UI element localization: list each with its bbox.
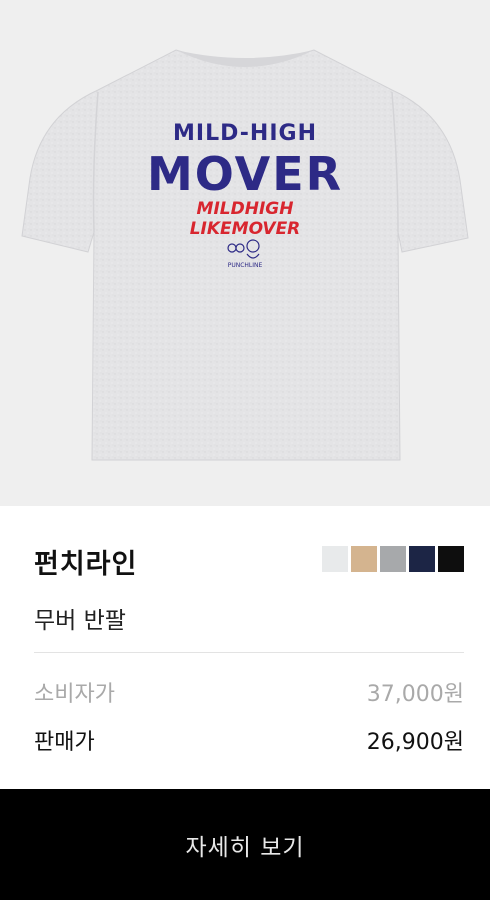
view-details-button[interactable]: 자세히 보기 [0, 789, 490, 900]
swatch-black[interactable] [438, 546, 464, 572]
print-main-text: MOVER [147, 147, 343, 201]
retail-price-value: 37,000원 [366, 682, 464, 707]
swatch-beige[interactable] [351, 546, 377, 572]
print-sub-text-2: LIKEMOVER [190, 219, 301, 239]
retail-price-label: 소비자가 [34, 682, 115, 707]
sale-price-label: 판매가 [34, 730, 95, 755]
divider [34, 652, 464, 653]
brand-name[interactable]: 펀치라인 [34, 542, 137, 581]
product-image[interactable]: MILD-HIGH MOVER MILDHIGH LIKEMOVER PUNCH… [0, 0, 490, 506]
color-swatches [322, 546, 464, 572]
swatch-navy[interactable] [409, 546, 435, 572]
t-shirt-shape [21, 49, 469, 461]
swatch-gray[interactable] [380, 546, 406, 572]
sale-price-value: 26,900원 [366, 730, 464, 755]
product-name[interactable]: 무버 반팔 [34, 601, 126, 635]
print-top-text: MILD-HIGH [173, 121, 317, 146]
swatch-light-gray[interactable] [322, 546, 348, 572]
retail-price-row: 소비자가 37,000원 [34, 676, 464, 708]
sale-price-row: 판매가 26,900원 [34, 724, 464, 756]
print-small-text: PUNCHLINE [228, 262, 263, 269]
t-shirt-illustration: MILD-HIGH MOVER MILDHIGH LIKEMOVER PUNCH… [21, 49, 469, 461]
print-sub-text-1: MILDHIGH [197, 199, 294, 219]
